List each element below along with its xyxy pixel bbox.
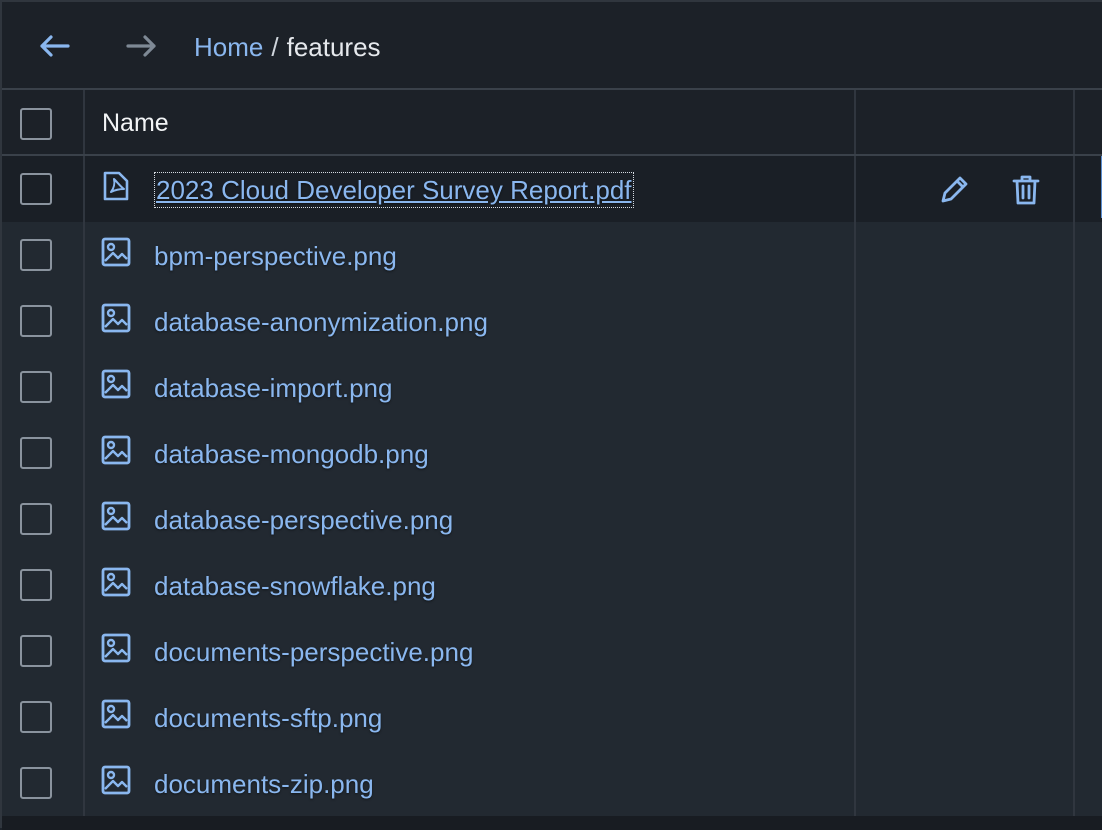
table-row[interactable]: database-perspective.png: [2, 486, 1102, 552]
back-button[interactable]: [34, 28, 74, 64]
file-name-link[interactable]: documents-sftp.png: [154, 702, 382, 734]
breadcrumb: Home / features: [194, 31, 381, 63]
select-all-checkbox[interactable]: [20, 108, 52, 140]
arrow-right-icon: [126, 35, 156, 57]
file-name-link[interactable]: database-perspective.png: [154, 504, 453, 536]
table-header: Name: [2, 90, 1102, 156]
column-divider: [854, 288, 856, 354]
table-row[interactable]: documents-sftp.png: [2, 684, 1102, 750]
column-divider: [1073, 156, 1075, 222]
column-divider: [1073, 750, 1075, 816]
image-file-icon: [100, 632, 132, 664]
row-checkbox[interactable]: [20, 569, 52, 601]
file-name-link[interactable]: bpm-perspective.png: [154, 240, 397, 272]
column-divider: [854, 354, 856, 420]
row-checkbox[interactable]: [20, 371, 52, 403]
table-row[interactable]: database-anonymization.png: [2, 288, 1102, 354]
delete-button[interactable]: [1008, 172, 1044, 208]
row-checkbox[interactable]: [20, 503, 52, 535]
column-divider: [854, 90, 856, 154]
file-name-link[interactable]: database-import.png: [154, 372, 392, 404]
column-divider: [83, 552, 85, 618]
row-checkbox[interactable]: [20, 701, 52, 733]
column-header-name[interactable]: Name: [102, 108, 169, 138]
table-row[interactable]: bpm-perspective.png: [2, 222, 1102, 288]
file-name-link[interactable]: database-anonymization.png: [154, 306, 488, 338]
column-divider: [1073, 486, 1075, 552]
breadcrumb-current: features: [286, 32, 381, 62]
file-name-link[interactable]: database-snowflake.png: [154, 570, 436, 602]
table-row[interactable]: documents-perspective.png: [2, 618, 1102, 684]
column-divider: [83, 354, 85, 420]
pdf-file-icon: [100, 170, 132, 202]
column-divider: [854, 684, 856, 750]
row-checkbox[interactable]: [20, 437, 52, 469]
column-divider: [1073, 90, 1075, 154]
column-divider: [83, 486, 85, 552]
file-name-link[interactable]: documents-zip.png: [154, 768, 374, 800]
column-divider: [854, 222, 856, 288]
breadcrumb-separator: /: [271, 32, 279, 62]
column-divider: [83, 618, 85, 684]
column-divider: [1073, 222, 1075, 288]
row-checkbox[interactable]: [20, 635, 52, 667]
edit-button[interactable]: [936, 172, 972, 208]
column-divider: [1073, 552, 1075, 618]
image-file-icon: [100, 368, 132, 400]
column-divider: [1073, 618, 1075, 684]
row-checkbox[interactable]: [20, 173, 52, 205]
table-row[interactable]: database-snowflake.png: [2, 552, 1102, 618]
column-divider: [83, 222, 85, 288]
file-table: Name 2023 Cloud Developer Survey Report.…: [2, 90, 1102, 816]
column-divider: [83, 750, 85, 816]
file-name-link[interactable]: database-mongodb.png: [154, 438, 429, 470]
pencil-icon: [941, 176, 968, 203]
file-name-link[interactable]: documents-perspective.png: [154, 636, 473, 668]
arrow-left-icon: [40, 35, 70, 57]
column-divider: [83, 420, 85, 486]
table-row[interactable]: documents-zip.png: [2, 750, 1102, 816]
file-browser: Home / features Name 2023 Cloud Develope…: [0, 0, 1102, 830]
table-row[interactable]: database-mongodb.png: [2, 420, 1102, 486]
trash-icon: [1012, 175, 1040, 205]
breadcrumb-home[interactable]: Home: [194, 31, 263, 63]
column-divider: [1073, 354, 1075, 420]
column-divider: [1073, 420, 1075, 486]
image-file-icon: [100, 302, 132, 334]
image-file-icon: [100, 764, 132, 796]
image-file-icon: [100, 500, 132, 532]
column-divider: [83, 684, 85, 750]
image-file-icon: [100, 236, 132, 268]
image-file-icon: [100, 434, 132, 466]
column-divider: [1073, 288, 1075, 354]
column-divider: [854, 156, 856, 222]
row-checkbox[interactable]: [20, 767, 52, 799]
column-divider: [83, 156, 85, 222]
column-divider: [1073, 684, 1075, 750]
column-divider: [854, 552, 856, 618]
column-divider: [854, 420, 856, 486]
image-file-icon: [100, 566, 132, 598]
column-divider: [854, 618, 856, 684]
toolbar: Home / features: [2, 2, 1102, 90]
file-name-link[interactable]: 2023 Cloud Developer Survey Report.pdf: [154, 172, 634, 208]
column-divider: [83, 90, 85, 154]
forward-button[interactable]: [122, 28, 162, 64]
column-divider: [854, 750, 856, 816]
column-divider: [83, 288, 85, 354]
table-row[interactable]: database-import.png: [2, 354, 1102, 420]
table-row[interactable]: 2023 Cloud Developer Survey Report.pdf: [2, 156, 1102, 222]
row-checkbox[interactable]: [20, 305, 52, 337]
row-checkbox[interactable]: [20, 239, 52, 271]
column-divider: [854, 486, 856, 552]
image-file-icon: [100, 698, 132, 730]
